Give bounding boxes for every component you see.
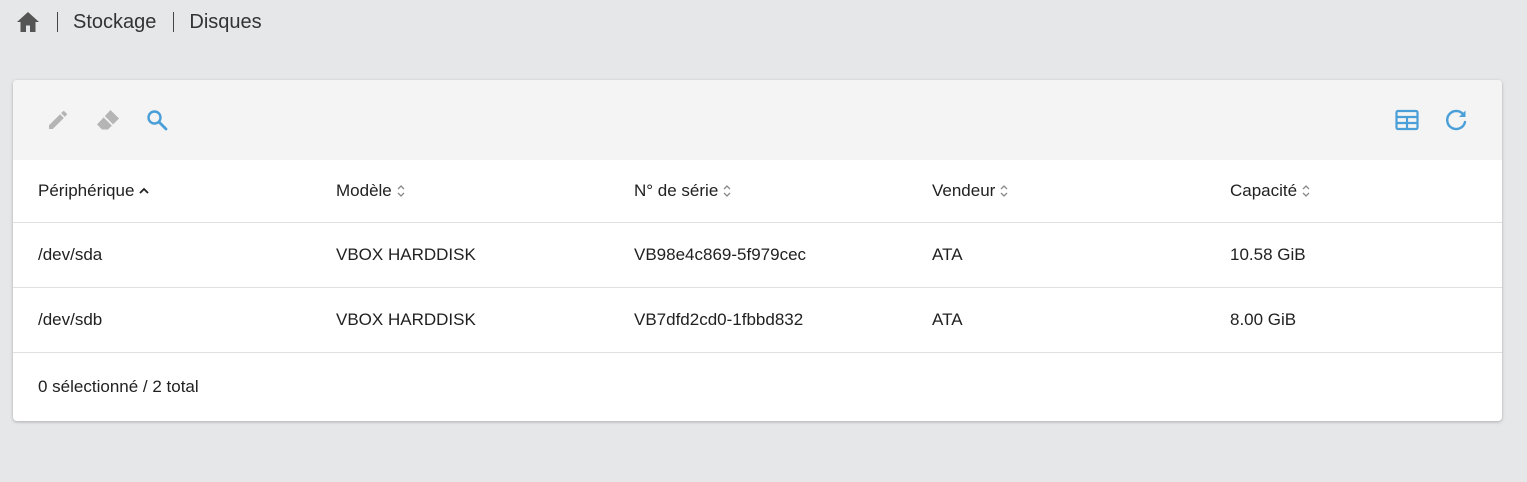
table-row[interactable]: /dev/sdb VBOX HARDDISK VB7dfd2cd0-1fbbd8… <box>13 288 1502 353</box>
selection-summary: 0 sélectionné / 2 total <box>38 377 199 396</box>
cell-model: VBOX HARDDISK <box>336 310 476 329</box>
column-header-model[interactable]: Modèle <box>311 181 609 201</box>
sort-ascending-icon[interactable] <box>138 185 150 197</box>
pencil-icon[interactable] <box>44 106 72 134</box>
cell-capacity: 10.58 GiB <box>1230 245 1306 264</box>
column-header-label: Périphérique <box>38 181 135 200</box>
column-header-label: N° de série <box>634 181 719 200</box>
breadcrumb-separator <box>57 12 58 32</box>
cell-vendor: ATA <box>932 310 963 329</box>
cell-vendor: ATA <box>932 245 963 264</box>
column-header-label: Vendeur <box>932 181 996 200</box>
refresh-icon[interactable] <box>1442 106 1470 134</box>
sort-icon[interactable] <box>999 183 1009 199</box>
column-header-vendor[interactable]: Vendeur <box>907 181 1205 201</box>
cell-capacity: 8.00 GiB <box>1230 310 1297 329</box>
breadcrumb-item-stockage[interactable]: Stockage <box>73 11 156 34</box>
cell-device: /dev/sdb <box>38 310 103 329</box>
toolbar <box>13 80 1502 160</box>
disks-table: Périphérique Modèle N° de série Vendeur <box>13 160 1502 353</box>
disks-panel: Périphérique Modèle N° de série Vendeur <box>13 80 1502 421</box>
cell-device: /dev/sda <box>38 245 103 264</box>
breadcrumb: Stockage Disques <box>16 8 262 36</box>
column-header-capacity[interactable]: Capacité <box>1205 181 1502 201</box>
breadcrumb-item-disques: Disques <box>189 10 262 33</box>
sort-icon[interactable] <box>1301 183 1311 199</box>
table-columns-icon[interactable] <box>1393 106 1421 134</box>
column-header-label: Capacité <box>1230 181 1298 200</box>
table-footer: 0 sélectionné / 2 total <box>13 353 1502 421</box>
column-header-serial[interactable]: N° de série <box>609 181 907 201</box>
cell-serial: VB7dfd2cd0-1fbbd832 <box>634 310 804 329</box>
eraser-icon[interactable] <box>94 106 122 134</box>
column-header-device[interactable]: Périphérique <box>13 181 311 201</box>
home-icon[interactable] <box>16 10 40 34</box>
breadcrumb-separator <box>173 12 175 32</box>
cell-serial: VB98e4c869-5f979cec <box>634 245 807 264</box>
cell-model: VBOX HARDDISK <box>336 245 476 264</box>
sort-icon[interactable] <box>396 183 406 199</box>
table-row[interactable]: /dev/sda VBOX HARDDISK VB98e4c869-5f979c… <box>13 223 1502 288</box>
sort-icon[interactable] <box>722 183 732 199</box>
search-icon[interactable] <box>143 106 171 134</box>
column-header-label: Modèle <box>336 181 392 200</box>
table-header-row: Périphérique Modèle N° de série Vendeur <box>13 160 1502 223</box>
